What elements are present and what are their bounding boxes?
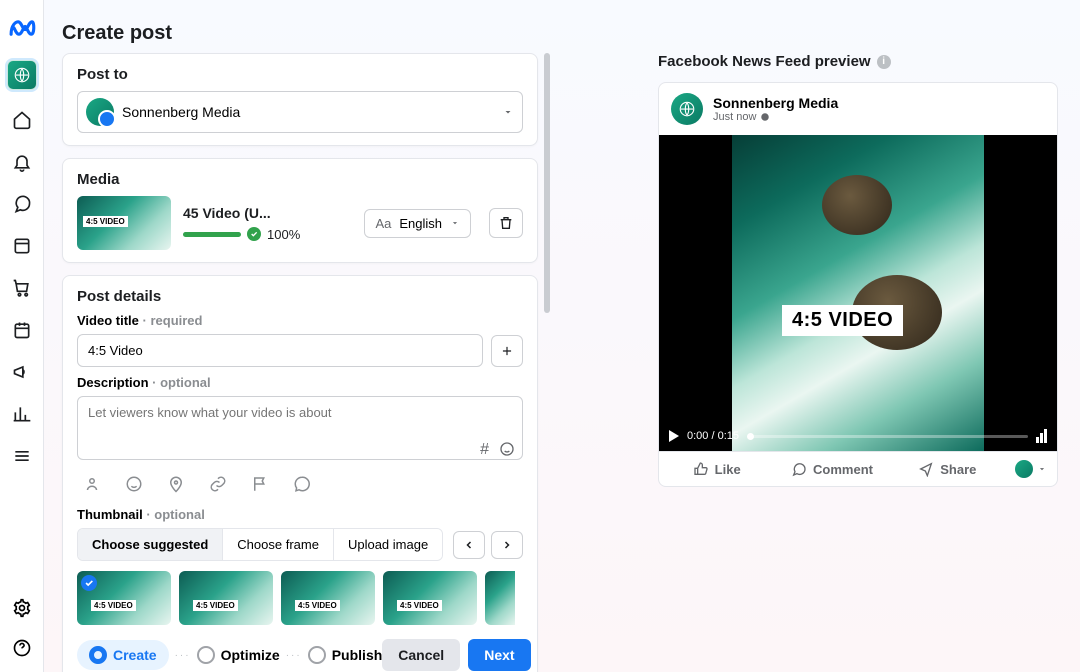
thumbnail-option[interactable]: 4:5 VIDEO [77, 571, 171, 625]
preview-timestamp: Just now [713, 111, 756, 123]
language-select[interactable]: Aa English [364, 209, 471, 238]
upload-progress [183, 232, 241, 237]
thumbnail-option[interactable] [485, 571, 515, 625]
workspace-avatar[interactable] [7, 60, 37, 90]
chevron-down-icon [1037, 464, 1047, 474]
chevron-down-icon [450, 218, 460, 228]
video-overlay-label: 4:5 VIDEO [782, 305, 903, 336]
thumbnail-tabs: Choose suggested Choose frame Upload ima… [77, 528, 443, 561]
volume-icon[interactable] [1036, 429, 1047, 443]
chevron-down-icon [502, 106, 514, 118]
megaphone-icon[interactable] [12, 362, 32, 382]
chevron-right-icon [501, 539, 513, 551]
post-to-value: Sonnenberg Media [122, 104, 240, 120]
thumbnail-label: Thumbnail [77, 507, 143, 522]
preview-page-name: Sonnenberg Media [713, 95, 838, 111]
media-card: Media 4:5 VIDEO 45 Video (U... 100% Aa E… [62, 158, 538, 263]
location-icon[interactable] [167, 475, 185, 493]
meta-logo [8, 14, 36, 42]
sidebar [0, 0, 44, 672]
link-icon[interactable] [209, 475, 227, 493]
chevron-left-icon [463, 539, 475, 551]
help-icon[interactable] [12, 638, 32, 658]
share-icon [918, 461, 934, 477]
gear-icon[interactable] [12, 598, 32, 618]
thumbnail-option[interactable]: 4:5 VIDEO [383, 571, 477, 625]
selected-check-icon [81, 575, 97, 591]
comment-icon [791, 461, 807, 477]
post-details-card: Post details Video title · required Desc… [62, 275, 538, 672]
insights-icon[interactable] [12, 404, 32, 424]
post-to-select[interactable]: Sonnenberg Media [77, 91, 523, 133]
globe-icon [760, 112, 770, 122]
step-publish[interactable]: Publish [308, 646, 383, 664]
video-time: 0:00 / 0:15 [687, 430, 739, 442]
chat-icon[interactable] [12, 194, 32, 214]
share-button[interactable]: Share [890, 452, 1005, 486]
info-icon[interactable]: i [877, 55, 891, 69]
tab-frame[interactable]: Choose frame [223, 529, 334, 560]
hashtag-icon[interactable]: # [480, 441, 489, 459]
preview-title: Facebook News Feed preview [658, 53, 871, 70]
media-thumbnail: 4:5 VIDEO [77, 196, 171, 250]
scrollbar[interactable] [544, 53, 550, 643]
trash-icon [498, 215, 514, 231]
cancel-button[interactable]: Cancel [382, 639, 460, 671]
post-details-label: Post details [77, 288, 523, 305]
tag-people-icon[interactable] [83, 475, 101, 493]
plus-icon [500, 344, 514, 358]
step-optimize[interactable]: Optimize [197, 646, 280, 664]
page-title: Create post [62, 22, 1080, 45]
bell-icon[interactable] [12, 152, 32, 172]
check-icon [247, 227, 261, 241]
feeling-icon[interactable] [125, 475, 143, 493]
comment-button[interactable]: Comment [774, 452, 889, 486]
play-icon[interactable] [669, 430, 679, 442]
description-label: Description [77, 375, 149, 390]
add-title-button[interactable] [491, 335, 523, 367]
like-button[interactable]: Like [659, 452, 774, 486]
emoji-icon[interactable] [499, 441, 515, 459]
post-to-card: Post to Sonnenberg Media [62, 53, 538, 146]
media-label: Media [77, 171, 523, 188]
tab-upload[interactable]: Upload image [334, 529, 442, 560]
flag-icon[interactable] [251, 475, 269, 493]
calendar-icon[interactable] [12, 320, 32, 340]
seek-bar[interactable] [747, 435, 1028, 438]
video-title-input[interactable] [77, 334, 483, 367]
share-as-dropdown[interactable] [1005, 452, 1057, 486]
preview-card: Sonnenberg Media Just now 4:5 VIDEO 0:00… [658, 82, 1058, 487]
preview-avatar [671, 93, 703, 125]
next-button[interactable]: Next [468, 639, 530, 671]
step-create[interactable]: Create [77, 640, 169, 670]
page-avatar-icon [86, 98, 114, 126]
video-title-label: Video title [77, 313, 139, 328]
messenger-icon[interactable] [293, 475, 311, 493]
media-filename: 45 Video (U... [183, 205, 300, 221]
delete-media-button[interactable] [489, 208, 523, 238]
menu-icon[interactable] [12, 446, 32, 466]
thumbnail-option[interactable]: 4:5 VIDEO [281, 571, 375, 625]
home-icon[interactable] [12, 110, 32, 130]
posts-icon[interactable] [12, 236, 32, 256]
thumbnail-option[interactable]: 4:5 VIDEO [179, 571, 273, 625]
cart-icon[interactable] [12, 278, 32, 298]
thumb-next-button[interactable] [491, 531, 523, 559]
description-textarea[interactable] [77, 396, 523, 460]
thumb-prev-button[interactable] [453, 531, 485, 559]
preview-video[interactable]: 4:5 VIDEO 0:00 / 0:15 [659, 135, 1057, 451]
post-to-label: Post to [77, 66, 523, 83]
like-icon [693, 461, 709, 477]
tab-suggested[interactable]: Choose suggested [78, 529, 223, 560]
upload-percent: 100% [267, 227, 300, 242]
